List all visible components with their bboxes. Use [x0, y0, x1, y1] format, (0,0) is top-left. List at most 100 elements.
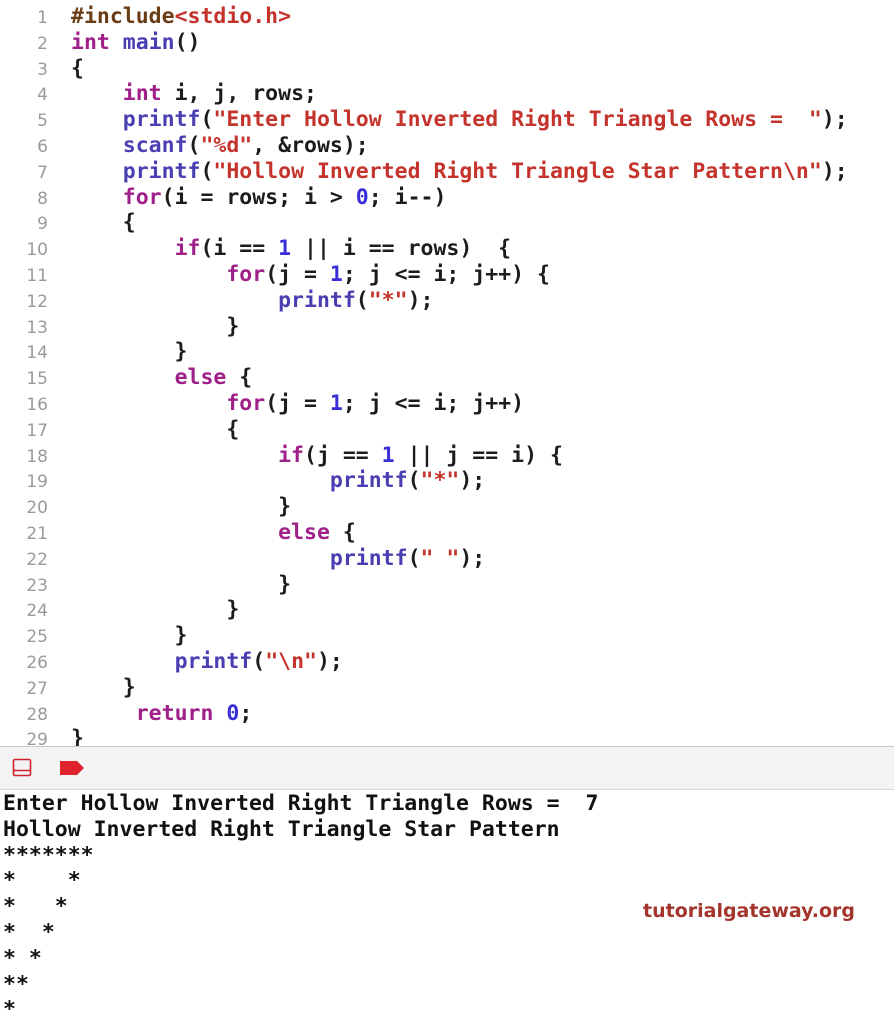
code-token: } — [71, 313, 240, 339]
code-text: } — [71, 314, 239, 340]
code-line[interactable]: 23 } — [0, 572, 894, 598]
code-token: if — [278, 442, 304, 468]
code-line[interactable]: 29} — [0, 726, 894, 746]
code-line[interactable]: 6 scanf("%d", &rows); — [0, 133, 894, 159]
code-line[interactable]: 5 printf("Enter Hollow Inverted Right Tr… — [0, 107, 894, 133]
code-token: for — [122, 184, 162, 210]
code-line[interactable]: 20 } — [0, 494, 894, 520]
code-token: printf — [329, 545, 408, 571]
code-line[interactable]: 2 int main() — [0, 30, 894, 56]
code-text: if(i == 1 || i == rows) { — [71, 236, 512, 262]
code-line[interactable]: 25 } — [0, 623, 894, 649]
code-text: } — [71, 494, 291, 520]
code-token: "*" — [368, 287, 408, 313]
code-line[interactable]: 10 if(i == 1 || i == rows) { — [0, 236, 894, 262]
code-token: { — [71, 210, 136, 236]
line-number: 9 — [37, 214, 48, 235]
code-token: "Hollow Inverted Right Triangle Star Pat… — [213, 158, 822, 184]
code-line[interactable]: 13 } — [0, 314, 894, 340]
code-token: ); — [407, 287, 434, 313]
code-token: 1 — [329, 262, 343, 287]
code-line[interactable]: 22 printf(" "); — [0, 546, 894, 572]
code-line[interactable]: 26 printf("\n"); — [0, 649, 894, 675]
code-token: } — [71, 494, 292, 520]
code-token: i, j, rows; — [161, 81, 317, 107]
code-text: } — [71, 597, 239, 623]
console-line: ** — [3, 971, 29, 997]
line-number: 10 — [26, 240, 48, 261]
code-line[interactable]: 9 { — [0, 210, 894, 236]
code-token: "%d" — [200, 133, 253, 158]
code-text: printf("Hollow Inverted Right Triangle S… — [71, 159, 848, 185]
watermark: tutorialgateway.org — [643, 900, 856, 922]
breakpoint-icon[interactable] — [58, 760, 86, 776]
line-number: 3 — [37, 59, 48, 80]
code-line[interactable]: 8 for(i = rows; i > 0; i--) — [0, 185, 894, 211]
code-token: else — [278, 520, 330, 545]
code-token: ); — [821, 107, 848, 133]
console-line: * — [3, 997, 16, 1023]
code-token: 1 — [278, 236, 292, 262]
code-line[interactable]: 17 { — [0, 417, 894, 443]
code-text: printf(" "); — [71, 546, 485, 572]
code-text: else { — [71, 520, 356, 546]
code-line[interactable]: 7 printf("Hollow Inverted Right Triangle… — [0, 159, 894, 185]
code-text: for(j = 1; j <= i; j++) { — [71, 262, 550, 288]
code-token: "\n" — [265, 649, 317, 674]
code-line[interactable]: 15 else { — [0, 365, 894, 391]
code-token: ; i--) — [368, 184, 447, 210]
code-text: if(j == 1 || j == i) { — [71, 443, 563, 469]
code-token: else — [174, 365, 227, 391]
code-token: } — [71, 597, 240, 623]
code-token: main — [122, 29, 175, 55]
line-number: 2 — [37, 33, 48, 54]
code-token: printf — [329, 468, 408, 494]
code-line[interactable]: 19 printf("*"); — [0, 468, 894, 494]
code-token: (j = — [265, 262, 330, 287]
code-line[interactable]: 18 if(j == 1 || j == i) { — [0, 443, 894, 469]
code-text: scanf("%d", &rows); — [71, 133, 369, 159]
code-token: ; j <= i; j++) { — [342, 262, 550, 287]
code-line[interactable]: 11 for(j = 1; j <= i; j++) { — [0, 262, 894, 288]
code-token: } — [71, 339, 188, 365]
code-token: } — [71, 726, 84, 746]
line-number: 24 — [26, 601, 48, 622]
line-number: 18 — [26, 446, 48, 467]
code-token: , &rows); — [252, 133, 369, 158]
code-token: { — [226, 365, 253, 391]
code-line[interactable]: 21 else { — [0, 520, 894, 546]
code-line[interactable]: 12 printf("*"); — [0, 288, 894, 314]
code-token: ; — [239, 700, 253, 726]
code-line[interactable]: 16 for(j = 1; j <= i; j++) — [0, 391, 894, 417]
code-line[interactable]: 24 } — [0, 597, 894, 623]
code-line[interactable]: 28 return 0; — [0, 701, 894, 727]
code-token: { — [71, 55, 84, 81]
code-line[interactable]: 3{ — [0, 56, 894, 82]
code-token: 0 — [355, 184, 369, 210]
code-line[interactable]: 27 } — [0, 675, 894, 701]
code-line[interactable]: 14 } — [0, 339, 894, 365]
code-token: || j == i) { — [394, 442, 563, 468]
code-token: || i == rows) { — [291, 236, 512, 262]
code-line[interactable]: 1 #include<stdio.h> — [0, 4, 894, 30]
code-editor[interactable]: 1 #include<stdio.h> 2 int main() 3{4 int i, … — [0, 0, 894, 746]
code-token: ( — [200, 158, 214, 184]
code-token: int — [122, 81, 162, 107]
code-line[interactable]: 4 int i, j, rows; — [0, 81, 894, 107]
code-token: ( — [252, 649, 266, 674]
console-line: * * — [3, 945, 42, 971]
console-line: * * — [3, 868, 81, 894]
code-token: ( — [187, 133, 201, 158]
code-token: printf — [174, 649, 253, 674]
hide-debug-area-icon[interactable] — [12, 758, 32, 777]
code-token: for — [226, 391, 266, 416]
